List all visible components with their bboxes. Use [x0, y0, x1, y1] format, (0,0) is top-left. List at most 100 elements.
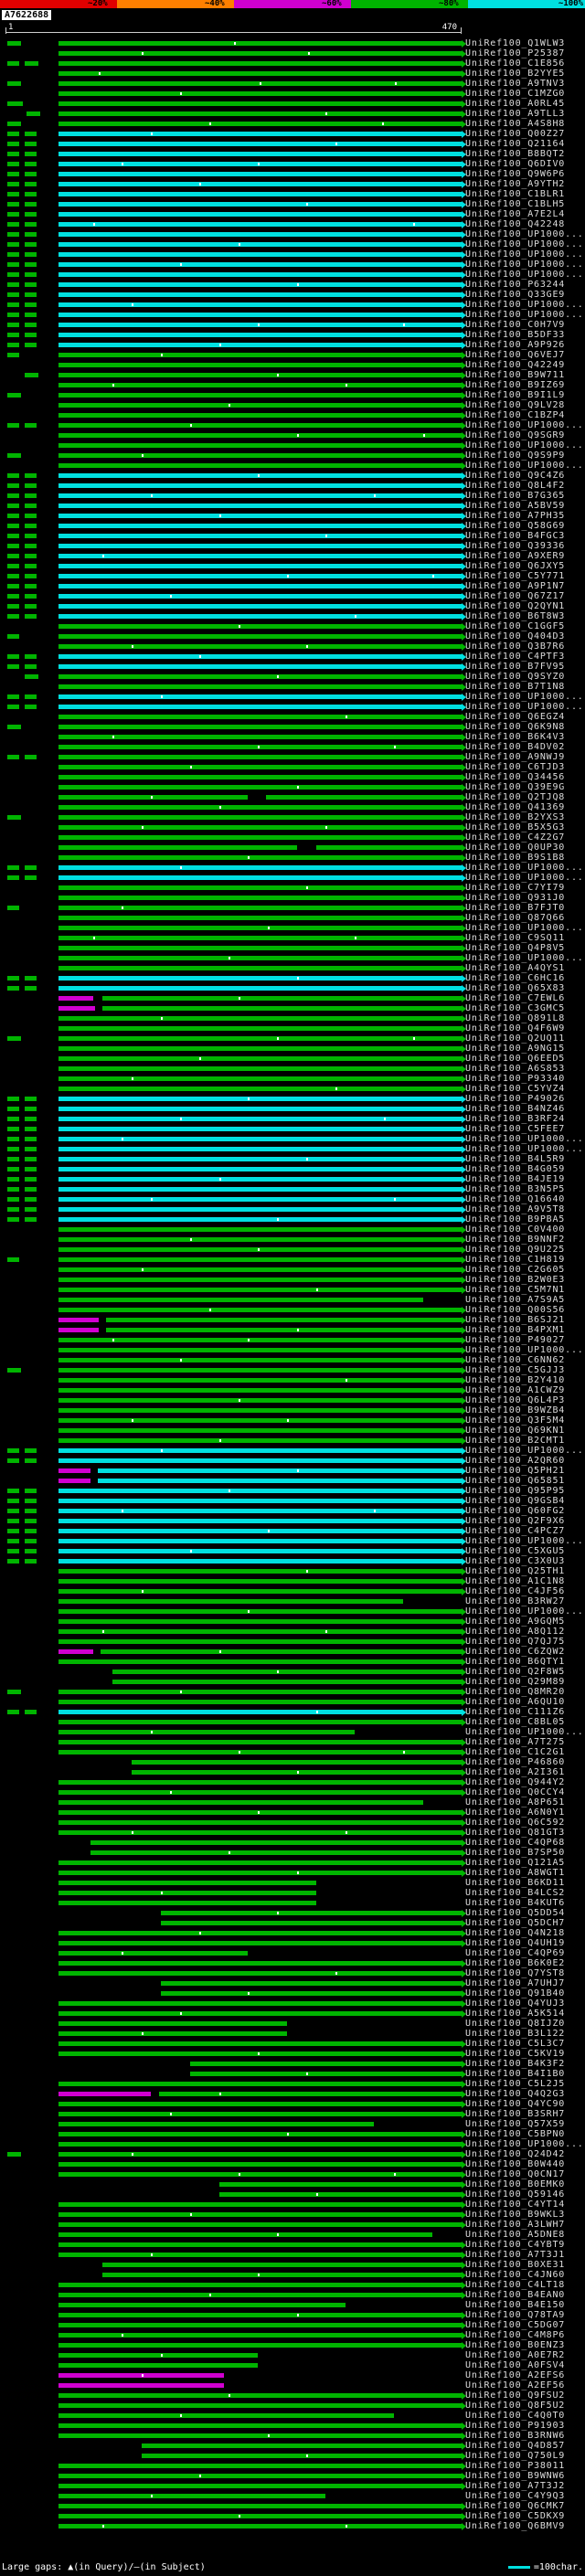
- hit-label[interactable]: UniRef100_Q5PH21: [465, 1466, 565, 1476]
- hit-label[interactable]: UniRef100_C6TJD3: [465, 762, 565, 772]
- alignment-row[interactable]: UniRef100_A2EF56: [0, 2380, 585, 2390]
- alignment-segment[interactable]: [25, 202, 37, 207]
- alignment-segment[interactable]: [58, 624, 462, 629]
- alignment-segment[interactable]: [7, 755, 19, 759]
- alignment-row[interactable]: UniRef100_A9YTH2: [0, 179, 585, 189]
- alignment-row[interactable]: UniRef100_B8BQT2: [0, 149, 585, 159]
- alignment-row[interactable]: UniRef100_Q4D857: [0, 2441, 585, 2451]
- alignment-row[interactable]: UniRef100_A9NWJ9: [0, 752, 585, 762]
- alignment-row[interactable]: UniRef100_UP1000...: [0, 702, 585, 712]
- hit-label[interactable]: UniRef100_C4M8P6: [465, 2330, 565, 2340]
- alignment-segment[interactable]: [25, 664, 37, 669]
- alignment-segment[interactable]: [58, 1097, 462, 1101]
- alignment-row[interactable]: UniRef100_B5X5G3: [0, 822, 585, 832]
- hit-label[interactable]: UniRef100_B7FJT0: [465, 903, 565, 913]
- alignment-segment[interactable]: [58, 1830, 462, 1835]
- hit-label[interactable]: UniRef100_Q42249: [465, 360, 565, 370]
- alignment-segment[interactable]: [7, 1187, 19, 1192]
- hit-label[interactable]: UniRef100_Q9S9P9: [465, 451, 565, 461]
- alignment-segment[interactable]: [58, 694, 462, 699]
- alignment-segment[interactable]: [218, 2182, 462, 2187]
- hit-label[interactable]: UniRef100_Q6L4P3: [465, 1395, 565, 1405]
- alignment-row[interactable]: UniRef100_P46860: [0, 1757, 585, 1767]
- alignment-row[interactable]: UniRef100_UP1000...: [0, 440, 585, 451]
- alignment-segment[interactable]: [7, 132, 19, 136]
- alignment-segment[interactable]: [25, 1187, 37, 1192]
- alignment-row[interactable]: UniRef100_UP1000...: [0, 1536, 585, 1546]
- hit-label[interactable]: UniRef100_Q750L9: [465, 2451, 565, 2461]
- alignment-segment[interactable]: [7, 282, 19, 287]
- alignment-segment[interactable]: [58, 1509, 462, 1513]
- alignment-segment[interactable]: [7, 162, 19, 166]
- alignment-segment[interactable]: [7, 262, 19, 267]
- hit-label[interactable]: UniRef100_C3X0U3: [465, 1556, 565, 1566]
- alignment-segment[interactable]: [58, 2112, 462, 2116]
- alignment-row[interactable]: UniRef100_Q121A5: [0, 1858, 585, 1868]
- alignment-segment[interactable]: [58, 2403, 462, 2408]
- hit-label[interactable]: UniRef100_A5K514: [465, 2009, 565, 2019]
- alignment-segment[interactable]: [58, 725, 462, 729]
- hit-label[interactable]: UniRef100_Q41369: [465, 802, 565, 812]
- alignment-segment[interactable]: [58, 132, 462, 136]
- alignment-row[interactable]: UniRef100_A8WGT1: [0, 1868, 585, 1878]
- hit-label[interactable]: UniRef100_B9I1L9: [465, 390, 565, 400]
- alignment-segment[interactable]: [58, 715, 462, 719]
- hit-label[interactable]: UniRef100_Q1WLW3: [465, 38, 565, 48]
- alignment-row[interactable]: UniRef100_C5DKX9: [0, 2511, 585, 2521]
- hit-label[interactable]: UniRef100_A9YTH2: [465, 179, 565, 189]
- alignment-segment[interactable]: [7, 544, 19, 548]
- hit-label[interactable]: UniRef100_C3GMC5: [465, 1003, 565, 1013]
- alignment-segment[interactable]: [58, 1227, 462, 1232]
- alignment-segment[interactable]: [58, 463, 462, 468]
- hit-label[interactable]: UniRef100_A9TNV3: [465, 79, 565, 89]
- hit-label[interactable]: UniRef100_A7T3J1: [465, 2250, 565, 2260]
- alignment-segment[interactable]: [58, 1247, 462, 1252]
- alignment-segment[interactable]: [58, 835, 462, 840]
- alignment-row[interactable]: UniRef100_C4JF56: [0, 1586, 585, 1596]
- alignment-segment[interactable]: [25, 262, 37, 267]
- alignment-segment[interactable]: [7, 453, 21, 458]
- alignment-segment[interactable]: [25, 1529, 37, 1533]
- alignment-segment[interactable]: [58, 1428, 462, 1433]
- hit-label[interactable]: UniRef100_Q16640: [465, 1194, 565, 1204]
- alignment-segment[interactable]: [58, 413, 462, 418]
- alignment-row[interactable]: UniRef100_C9SQ11: [0, 933, 585, 943]
- alignment-segment[interactable]: [58, 815, 462, 820]
- alignment-row[interactable]: UniRef100_Q9FSU2: [0, 2390, 585, 2401]
- alignment-segment[interactable]: [25, 333, 37, 337]
- alignment-segment[interactable]: [25, 1147, 37, 1151]
- alignment-segment[interactable]: [58, 946, 462, 950]
- alignment-row[interactable]: UniRef100_A5K514: [0, 2009, 585, 2019]
- alignment-row[interactable]: UniRef100_B9S1B8: [0, 853, 585, 863]
- hit-label[interactable]: UniRef100_B9WZB4: [465, 1405, 565, 1415]
- hit-label[interactable]: UniRef100_UP1000...: [465, 310, 584, 320]
- alignment-segment[interactable]: [160, 1991, 462, 1996]
- alignment-segment[interactable]: [58, 493, 462, 498]
- alignment-row[interactable]: UniRef100_A9P926: [0, 340, 585, 350]
- hit-label[interactable]: UniRef100_A7UHJ7: [465, 1978, 565, 1988]
- hit-label[interactable]: UniRef100_UP1000...: [465, 239, 584, 249]
- hit-label[interactable]: UniRef100_Q29M89: [465, 1677, 565, 1687]
- hit-label[interactable]: UniRef100_Q8L4F2: [465, 481, 565, 491]
- hit-label[interactable]: UniRef100_B3L122: [465, 2029, 565, 2039]
- hit-label[interactable]: UniRef100_A2EF56: [465, 2380, 565, 2390]
- alignment-segment[interactable]: [58, 936, 462, 940]
- alignment-segment[interactable]: [58, 1720, 462, 1724]
- alignment-segment[interactable]: [7, 976, 19, 981]
- alignment-segment[interactable]: [58, 1036, 462, 1041]
- hit-label[interactable]: UniRef100_C1H819: [465, 1255, 565, 1265]
- hit-label[interactable]: UniRef100_C4JN60: [465, 2270, 565, 2280]
- hit-label[interactable]: UniRef100_Q65851: [465, 1476, 565, 1486]
- alignment-row[interactable]: UniRef100_B6T8W3: [0, 611, 585, 621]
- hit-label[interactable]: UniRef100_P25387: [465, 48, 565, 58]
- alignment-row[interactable]: UniRef100_P93340: [0, 1074, 585, 1084]
- alignment-row[interactable]: UniRef100_B6SJ21: [0, 1315, 585, 1325]
- alignment-segment[interactable]: [90, 1850, 462, 1855]
- alignment-row[interactable]: UniRef100_B4I1B0: [0, 2069, 585, 2079]
- alignment-segment[interactable]: [25, 554, 37, 558]
- alignment-row[interactable]: UniRef100_B6QTY1: [0, 1657, 585, 1667]
- alignment-row[interactable]: UniRef100_Q65X83: [0, 983, 585, 993]
- alignment-row[interactable]: UniRef100_UP1000...: [0, 953, 585, 963]
- alignment-row[interactable]: UniRef100_Q2F9X6: [0, 1516, 585, 1526]
- alignment-segment[interactable]: [58, 1398, 462, 1403]
